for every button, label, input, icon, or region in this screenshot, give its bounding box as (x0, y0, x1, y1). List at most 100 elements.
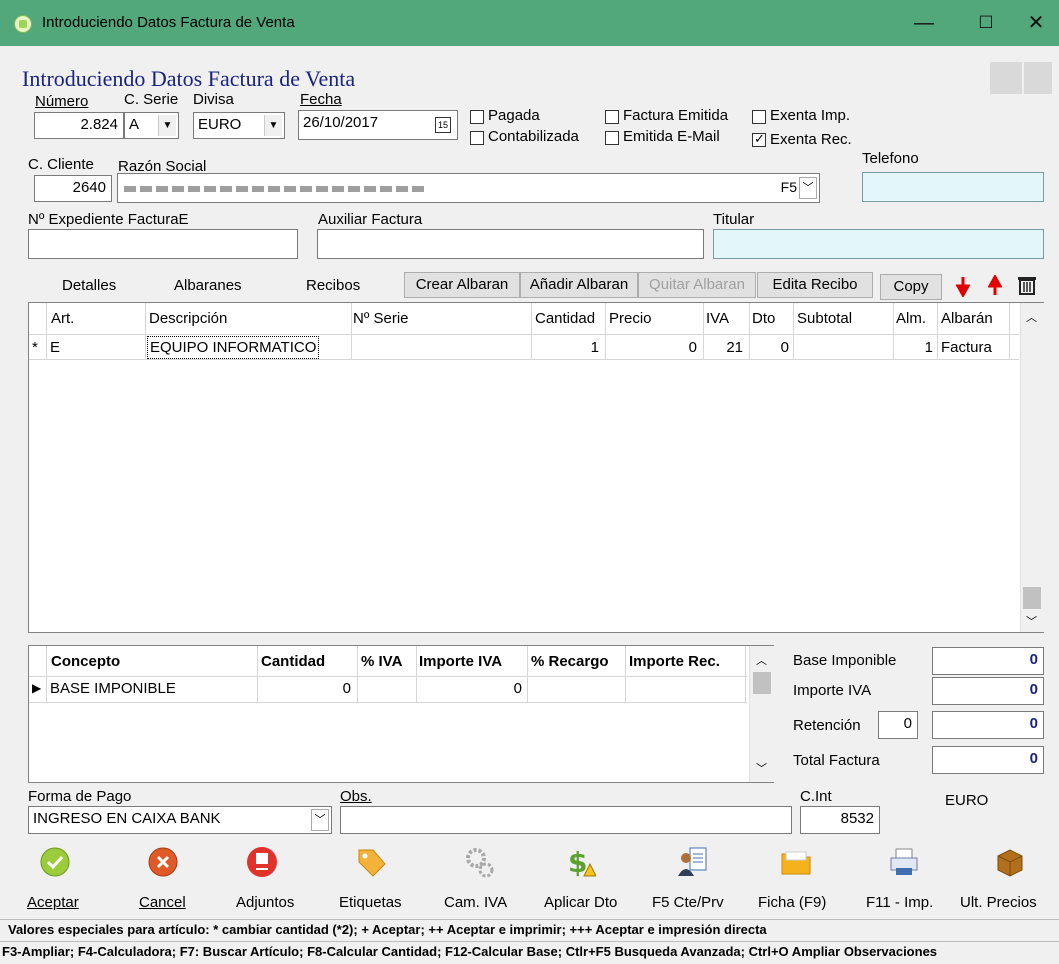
row-marker: ▶ (32, 681, 42, 695)
taxes-grid[interactable]: Concepto Cantidad % IVA Importe IVA % Re… (28, 645, 774, 783)
arrow-down-icon[interactable] (956, 275, 970, 297)
scroll-up-icon[interactable]: ︿ (1026, 309, 1037, 325)
numero-field[interactable]: 2.824 (34, 112, 124, 139)
scroll-thumb[interactable] (753, 672, 771, 694)
edita-recibo-button[interactable]: Edita Recibo (757, 272, 873, 298)
col-header-pct-recargo[interactable]: % Recargo (531, 653, 609, 670)
numero-label: Número (35, 93, 89, 110)
col-header-subtotal[interactable]: Subtotal (797, 310, 852, 327)
cell-dto[interactable]: 0 (749, 339, 789, 356)
base-imponible-field[interactable]: 0 (932, 647, 1044, 675)
cint-field[interactable]: 8532 (800, 806, 880, 834)
quitar-albaran-button[interactable]: Quitar Albaran (638, 272, 756, 298)
copy-button[interactable]: Copy (880, 274, 942, 300)
exenta-rec-checkbox[interactable] (752, 131, 766, 147)
f5-cte-prv-button[interactable]: F5 Cte/Prv (650, 846, 740, 914)
total-factura-field[interactable]: 0 (932, 746, 1044, 774)
f11-imp-button[interactable]: F11 - Imp. (862, 846, 952, 914)
col-header-importe-iva[interactable]: Importe IVA (419, 653, 502, 670)
retencion-field[interactable]: 0 (932, 711, 1044, 739)
col-header-alm[interactable]: Alm. (896, 310, 926, 327)
col-header-cantidad[interactable]: Cantidad (261, 653, 325, 670)
lines-scrollbar[interactable]: ︿ ﹀ (1020, 303, 1044, 632)
emitida-email-checkbox[interactable] (605, 131, 619, 145)
importe-iva-field[interactable]: 0 (932, 677, 1044, 705)
col-header-cantidad[interactable]: Cantidad (535, 310, 595, 327)
titular-field[interactable] (713, 229, 1044, 259)
scroll-down-icon[interactable]: ﹀ (1026, 613, 1037, 629)
trash-icon[interactable] (1016, 274, 1038, 296)
aux-button-2[interactable] (1024, 62, 1052, 94)
cint-label: C.Int (800, 788, 832, 805)
exenta-imp-checkbox[interactable] (752, 110, 766, 124)
telefono-field[interactable] (862, 172, 1044, 202)
col-header-albaran[interactable]: Albarán (941, 310, 993, 327)
cell-concepto[interactable]: BASE IMPONIBLE (50, 680, 176, 697)
retencion-pct-field[interactable]: 0 (878, 711, 918, 739)
maximize-button[interactable]: ☐ (960, 0, 1012, 46)
col-header-importe-rec[interactable]: Importe Rec. (629, 653, 720, 670)
anadir-albaran-button[interactable]: Añadir Albaran (520, 272, 638, 298)
taxes-scrollbar[interactable]: ︿ ﹀ (749, 646, 774, 782)
scroll-up-icon[interactable]: ︿ (756, 652, 767, 668)
col-header-serie[interactable]: Nº Serie (353, 310, 409, 327)
arrow-up-icon[interactable] (988, 275, 1002, 297)
minimize-button[interactable]: — (898, 0, 950, 46)
col-header-art[interactable]: Art. (51, 310, 74, 327)
razon-social-field[interactable]: F5 ﹀ (117, 173, 820, 203)
forma-pago-label: Forma de Pago (28, 788, 132, 805)
col-header-concepto[interactable]: Concepto (51, 653, 120, 670)
cancel-button[interactable]: Cancel (137, 846, 217, 914)
cell-descripcion[interactable]: EQUIPO INFORMATICO (147, 336, 320, 359)
etiquetas-button[interactable]: Etiquetas (337, 846, 417, 914)
forma-pago-select[interactable]: INGRESO EN CAIXA BANK ﹀ (28, 806, 332, 834)
crear-albaran-button[interactable]: Crear Albaran (404, 272, 520, 298)
cell-cantidad[interactable]: 1 (531, 339, 599, 356)
obs-field[interactable] (340, 806, 792, 834)
cliente-label: C. Cliente (28, 156, 94, 173)
ult-precios-button[interactable]: Ult. Precios (960, 846, 1056, 914)
factura-emitida-checkbox[interactable] (605, 110, 619, 124)
col-header-precio[interactable]: Precio (609, 310, 652, 327)
aceptar-button[interactable]: Aceptar (27, 846, 117, 914)
auxiliar-field[interactable] (317, 229, 704, 259)
cliente-field[interactable]: 2640 (34, 175, 112, 202)
pagada-checkbox[interactable] (470, 110, 484, 124)
aplicar-dto-button[interactable]: $ Aplicar Dto (542, 846, 638, 914)
tab-recibos[interactable]: Recibos (306, 277, 360, 294)
close-button[interactable]: ✕ (1010, 0, 1059, 46)
folder-icon (781, 851, 811, 875)
cell-precio[interactable]: 0 (605, 339, 697, 356)
tab-albaranes[interactable]: Albaranes (174, 277, 242, 294)
cam-iva-button[interactable]: Cam. IVA (440, 846, 520, 914)
cell-cantidad[interactable]: 0 (257, 680, 351, 697)
exenta-rec-label: Exenta Rec. (770, 131, 852, 148)
cell-art[interactable]: E (50, 339, 60, 356)
col-header-iva[interactable]: IVA (706, 310, 729, 327)
tab-detalles[interactable]: Detalles (62, 277, 116, 294)
col-header-dto[interactable]: Dto (752, 310, 775, 327)
cell-importe-iva[interactable]: 0 (416, 680, 522, 697)
auxiliar-label: Auxiliar Factura (318, 211, 423, 228)
scroll-down-icon[interactable]: ﹀ (756, 760, 767, 776)
chevron-down-icon[interactable]: ﹀ (799, 177, 817, 199)
ficha-button[interactable]: Ficha (F9) (758, 846, 848, 914)
base-imponible-label: Base Imponible (793, 652, 897, 669)
adjuntos-button[interactable]: Adjuntos (232, 846, 312, 914)
chevron-down-icon[interactable]: ﹀ (311, 809, 329, 831)
calendar-icon[interactable]: 15 (435, 117, 451, 133)
scroll-thumb[interactable] (1023, 587, 1041, 609)
cell-iva[interactable]: 21 (703, 339, 743, 356)
cell-alm[interactable]: 1 (893, 339, 933, 356)
exenta-imp-label: Exenta Imp. (770, 107, 851, 124)
serie-select[interactable]: A ▼ (124, 112, 179, 139)
col-header-descripcion[interactable]: Descripción (149, 310, 227, 327)
contabilizada-checkbox[interactable] (470, 131, 484, 145)
col-header-pct-iva[interactable]: % IVA (361, 653, 402, 670)
aux-button-1[interactable] (990, 62, 1022, 94)
lines-grid[interactable]: Art. Descripción Nº Serie Cantidad Preci… (28, 302, 1044, 633)
cell-albaran[interactable]: Factura (941, 339, 992, 356)
expediente-field[interactable] (28, 229, 298, 259)
fecha-field[interactable]: 26/10/2017 15 (298, 110, 458, 140)
divisa-select[interactable]: EURO ▼ (193, 112, 285, 139)
